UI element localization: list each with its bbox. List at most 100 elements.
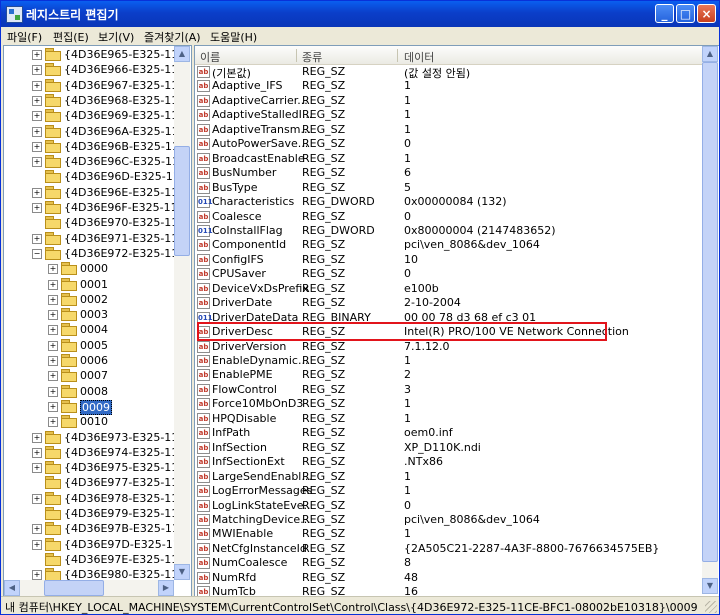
expand-icon[interactable]: + <box>32 493 42 504</box>
collapse-icon[interactable]: − <box>32 248 42 259</box>
tree-node[interactable]: + {4D36E96C-E325-11CE- <box>4 154 174 169</box>
value-row[interactable]: 011 Characteristics REG_DWORD 0x00000084 (1… <box>195 195 702 210</box>
tree-node-label[interactable]: {4D36E970-E325-11CE- <box>64 216 174 229</box>
expand-icon[interactable]: + <box>32 233 42 244</box>
expand-icon[interactable]: + <box>48 325 58 336</box>
tree-node-label[interactable]: {4D36E97B-E325-11CE- <box>64 522 174 535</box>
tree-node-label-selected[interactable]: 0009 <box>80 399 112 415</box>
values-vertical-scrollbar[interactable]: ▲ ▼ <box>702 46 718 594</box>
tree-node-label[interactable]: {4D36E972-E325-11CE- <box>64 247 174 260</box>
tree-node-label[interactable]: 0002 <box>80 293 108 306</box>
expand-icon[interactable]: + <box>32 95 42 106</box>
tree-node-label[interactable]: {4D36E968-E325-11CE- <box>64 94 174 107</box>
tree-hscroll-thumb[interactable] <box>44 580 104 596</box>
tree-node[interactable]: +0004 <box>4 322 174 337</box>
tree-node-label[interactable]: 0005 <box>80 339 108 352</box>
tree-node[interactable]: +0000 <box>4 261 174 276</box>
tree-node[interactable]: +0008 <box>4 384 174 399</box>
tree-node-label[interactable]: {4D36E966-E325-11CE- <box>64 63 174 76</box>
value-row[interactable]: ab LogLinkStateEve... REG_SZ 0 <box>195 499 702 514</box>
value-row[interactable]: ab AdaptiveTransm... REG_SZ 1 <box>195 123 702 138</box>
value-row[interactable]: ab DeviceVxDsPrefix REG_SZ e100b <box>195 282 702 297</box>
tree-node[interactable]: +0010 <box>4 414 174 429</box>
tree-node-label[interactable]: {4D36E969-E325-11CE- <box>64 109 174 122</box>
tree-node-label[interactable]: {4D36E96C-E325-11CE- <box>64 155 174 168</box>
tree-node-label[interactable]: {4D36E974-E325-11CE- <box>64 446 174 459</box>
values-pane[interactable]: 이름 종류 데이터 ab (기본값) REG_SZ (값 설정 안됨) ab Adapti… <box>194 45 719 597</box>
tree-node[interactable]: + {4D36E968-E325-11CE- <box>4 93 174 108</box>
tree-node[interactable]: +0001 <box>4 277 174 292</box>
tree-node[interactable]: + {4D36E973-E325-11CE- <box>4 430 174 445</box>
value-row[interactable]: ab ConfigIFS REG_SZ 10 <box>195 253 702 268</box>
tree-node-label[interactable]: {4D36E977-E325-11CE- <box>64 476 174 489</box>
column-type[interactable]: 종류 <box>302 49 322 65</box>
value-row[interactable]: ab AdaptiveStalledI... REG_SZ 1 <box>195 108 702 123</box>
tree-node[interactable]: + {4D36E96B-E325-11CE- <box>4 139 174 154</box>
tree-node[interactable]: + {4D36E971-E325-11CE- <box>4 231 174 246</box>
expand-icon[interactable]: + <box>32 447 42 458</box>
value-row[interactable]: ab CPUSaver REG_SZ 0 <box>195 267 702 282</box>
tree-node[interactable]: +0005 <box>4 338 174 353</box>
tree-node-label[interactable]: {4D36E979-E325-11CE- <box>64 507 174 520</box>
tree-node[interactable]: +0006 <box>4 353 174 368</box>
expand-icon[interactable]: + <box>48 417 58 428</box>
expand-icon[interactable]: + <box>48 310 58 321</box>
expand-icon[interactable]: + <box>32 187 42 198</box>
expand-icon[interactable]: + <box>32 65 42 76</box>
expand-icon[interactable]: + <box>32 539 42 550</box>
tree-node-label[interactable]: {4D36E975-E325-11CE- <box>64 461 174 474</box>
value-row[interactable]: ab NumCoalesce REG_SZ 8 <box>195 556 702 571</box>
value-row[interactable]: ab DriverDate REG_SZ 2-10-2004 <box>195 296 702 311</box>
tree-node-label[interactable]: {4D36E97D-E325-11CE <box>64 538 174 551</box>
tree-node[interactable]: + {4D36E966-E325-11CE- <box>4 62 174 77</box>
tree-node-label[interactable]: 0007 <box>80 369 108 382</box>
scroll-left-icon[interactable]: ◀ <box>4 580 20 596</box>
value-row[interactable]: ab BusNumber REG_SZ 6 <box>195 166 702 181</box>
tree-node-label[interactable]: {4D36E973-E325-11CE- <box>64 431 174 444</box>
value-row[interactable]: ab Adaptive_IFS REG_SZ 1 <box>195 79 702 94</box>
menu-view[interactable]: 보기(V) <box>98 29 134 45</box>
expand-icon[interactable]: + <box>32 111 42 122</box>
expand-icon[interactable]: + <box>48 356 58 366</box>
tree-node-label[interactable]: {4D36E96E-E325-11CE- <box>64 186 174 199</box>
resize-grip-icon[interactable] <box>705 601 717 613</box>
value-row[interactable]: ab InfPath REG_SZ oem0.inf <box>195 426 702 441</box>
tree-vertical-scrollbar[interactable]: ▲ ▼ <box>174 46 190 580</box>
expand-icon[interactable]: + <box>32 50 42 60</box>
values-scroll-thumb[interactable] <box>702 62 718 562</box>
expand-icon[interactable]: + <box>32 126 42 137</box>
expand-icon[interactable]: + <box>48 294 58 305</box>
menu-help[interactable]: 도움말(H) <box>210 29 257 45</box>
minimize-button[interactable]: _ <box>655 4 674 23</box>
tree-node[interactable]: + {4D36E978-E325-11CE- <box>4 491 174 506</box>
tree-node[interactable]: {4D36E96D-E325-11CE <box>4 169 174 184</box>
tree-node-label[interactable]: {4D36E980-E325-11CE- <box>64 568 174 580</box>
tree-node-label[interactable]: {4D36E97E-E325-11CE- <box>64 553 174 566</box>
tree-node-label[interactable]: {4D36E96B-E325-11CE- <box>64 140 174 153</box>
close-button[interactable]: × <box>697 4 716 23</box>
scroll-down-icon[interactable]: ▼ <box>702 578 718 594</box>
tree-node[interactable]: + {4D36E96A-E325-11CE- <box>4 124 174 139</box>
tree-node[interactable]: + {4D36E96F-E325-11CE- <box>4 200 174 215</box>
expand-icon[interactable]: + <box>32 157 42 168</box>
menu-file[interactable]: 파일(F) <box>7 29 42 45</box>
tree-node-label[interactable]: {4D36E96D-E325-11CE <box>64 170 174 183</box>
key-tree-pane[interactable]: + {4D36E965-E325-11CE- + {4D36E966-E325-11C… <box>3 45 192 597</box>
tree-node-label[interactable]: 0006 <box>80 354 108 367</box>
expand-icon[interactable]: + <box>48 401 58 412</box>
value-row[interactable]: ab BusType REG_SZ 5 <box>195 181 702 196</box>
expand-icon[interactable]: + <box>48 264 58 275</box>
column-divider[interactable] <box>296 49 297 62</box>
expand-icon[interactable]: + <box>32 203 42 213</box>
tree-node-label[interactable]: 0004 <box>80 323 108 336</box>
expand-icon[interactable]: + <box>32 80 42 91</box>
scroll-up-icon[interactable]: ▲ <box>702 46 718 62</box>
tree-node-label[interactable]: {4D36E971-E325-11CE- <box>64 232 174 245</box>
value-row[interactable]: ab NetCfgInstanceId REG_SZ {2A505C21-2287-4… <box>195 542 702 557</box>
value-row[interactable]: ab EnableDynamic... REG_SZ 1 <box>195 354 702 369</box>
tree-node[interactable]: + {4D36E975-E325-11CE- <box>4 460 174 475</box>
value-row[interactable]: ab DriverVersion REG_SZ 7.1.12.0 <box>195 340 702 355</box>
tree-scroll-thumb[interactable] <box>174 146 190 256</box>
value-row[interactable]: ab LargeSendEnabl... REG_SZ 1 <box>195 470 702 485</box>
tree-node-label[interactable]: {4D36E978-E325-11CE- <box>64 492 174 505</box>
